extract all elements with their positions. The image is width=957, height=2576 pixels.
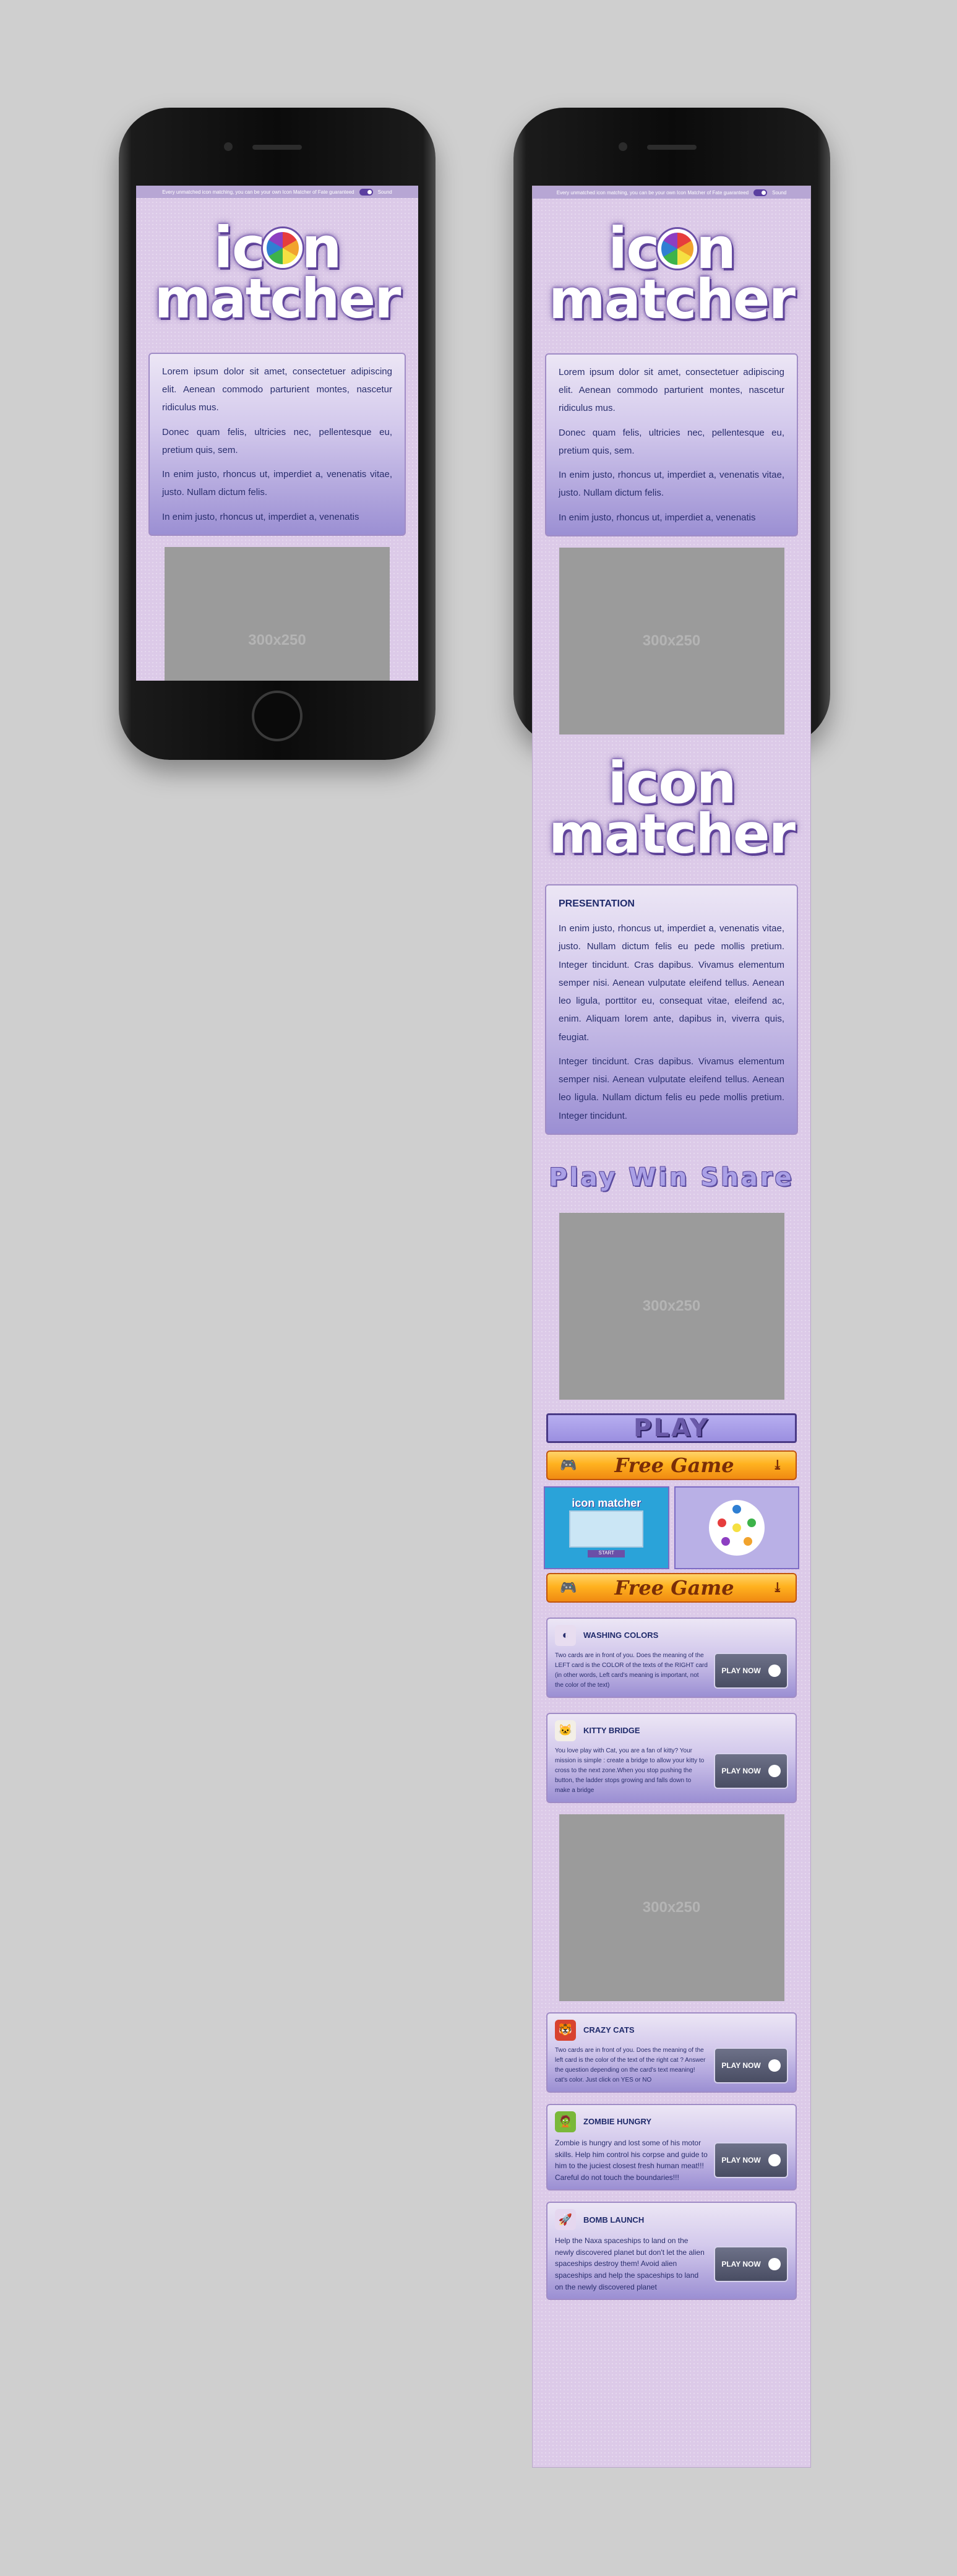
- ad-banner[interactable]: 300x250: [165, 546, 390, 681]
- aperture-icon: [263, 228, 303, 268]
- sound-label: Sound: [772, 189, 787, 196]
- presentation-card: PRESENTATION In enim justo, rhoncus ut, …: [545, 884, 798, 1135]
- camera-icon: [224, 142, 233, 151]
- screenshot-2[interactable]: [674, 1486, 799, 1569]
- sound-toggle[interactable]: [753, 189, 768, 196]
- play-now-button[interactable]: PLAY NOW: [714, 1652, 788, 1689]
- gamepad-icon: 🎮: [560, 1457, 577, 1473]
- presentation-p1: In enim justo, rhoncus ut, imperdiet a, …: [559, 923, 784, 1043]
- presentation-p2: Integer tincidunt. Cras dapibus. Vivamus…: [559, 1056, 784, 1121]
- ad-banner[interactable]: 300x250: [559, 547, 784, 734]
- game-card-crazy-cats: 🐯 CRAZY CATS Two cards are in front of y…: [546, 2012, 797, 2093]
- play-now-button[interactable]: PLAY NOW: [714, 2142, 788, 2179]
- sound-label: Sound: [377, 189, 392, 195]
- download-icon: ⤓: [771, 1457, 783, 1473]
- ad-banner-3[interactable]: 300x250: [559, 1814, 784, 2001]
- crazy-cats-icon: 🐯: [555, 2019, 576, 2041]
- intro-p3: In enim justo, rhoncus ut, imperdiet a, …: [559, 470, 784, 499]
- intro-p3: In enim justo, rhoncus ut, imperdiet a, …: [162, 469, 392, 498]
- logo: ic n matcher: [154, 215, 401, 330]
- intro-card: Lorem ipsum dolor sit amet, consectetuer…: [148, 352, 406, 536]
- presentation-title: PRESENTATION: [559, 898, 635, 909]
- home-button[interactable]: [252, 691, 303, 741]
- intro-p1: Lorem ipsum dolor sit amet, consectetuer…: [162, 366, 392, 413]
- washing-colors-icon: ◐: [555, 1624, 576, 1646]
- speaker-grille: [647, 145, 697, 150]
- camera-icon: [619, 142, 627, 151]
- top-bar: Every unmatched icon matching, you can b…: [136, 186, 418, 198]
- ad-banner-2[interactable]: 300x250: [559, 1212, 784, 1400]
- game-card-kitty-bridge: 🐱 KITTY BRIDGE You love play with Cat, y…: [546, 1712, 797, 1803]
- game-card-zombie-hungry: 🧟 ZOMBIE HUNGRY Zombie is hungry and los…: [546, 2103, 797, 2191]
- top-bar-text: Every unmatched icon matching, you can b…: [162, 189, 354, 195]
- play-now-button[interactable]: PLAY NOW: [714, 2246, 788, 2282]
- play-button[interactable]: PLAY: [546, 1413, 797, 1443]
- bomb-launch-icon: 🚀: [555, 2209, 576, 2231]
- kitty-bridge-icon: 🐱: [555, 1720, 576, 1741]
- gamepad-icon: 🎮: [560, 1579, 577, 1596]
- intro-p2: Donec quam felis, ultricies nec, pellent…: [162, 426, 392, 455]
- play-now-button[interactable]: PLAY NOW: [714, 2047, 788, 2083]
- download-icon: ⤓: [771, 1579, 783, 1596]
- sound-toggle[interactable]: [359, 188, 373, 196]
- logo-secondary: icon matcher: [548, 749, 796, 866]
- free-game-button[interactable]: 🎮 Free Game ⤓: [546, 1450, 797, 1480]
- zombie-hungry-icon: 🧟: [555, 2111, 576, 2132]
- screenshot-1[interactable]: icon matcher START: [544, 1486, 669, 1569]
- free-game-button-2[interactable]: 🎮 Free Game ⤓: [546, 1572, 797, 1603]
- screenshots: icon matcher START: [544, 1486, 799, 1569]
- game-card-bomb-launch: 🚀 BOMB LAUNCH Help the Naxa spaceships t…: [546, 2202, 797, 2301]
- intro-p1: Lorem ipsum dolor sit amet, consectetuer…: [559, 366, 784, 414]
- intro-p4: In enim justo, rhoncus ut, imperdiet a, …: [162, 511, 359, 522]
- top-bar: Every unmatched icon matching, you can b…: [533, 186, 810, 199]
- game-card-washing-colors: ◐ WASHING COLORS Two cards are in front …: [546, 1617, 797, 1698]
- aperture-icon: [657, 228, 697, 269]
- intro-card: Lorem ipsum dolor sit amet, consectetuer…: [545, 353, 798, 536]
- speaker-grille: [252, 145, 302, 150]
- top-bar-text: Every unmatched icon matching, you can b…: [556, 189, 749, 196]
- game-screen-right: Every unmatched icon matching, you can b…: [532, 186, 811, 2468]
- play-now-button[interactable]: PLAY NOW: [714, 1752, 788, 1789]
- intro-p2: Donec quam felis, ultricies nec, pellent…: [559, 427, 784, 456]
- tagline: Play Win Share: [549, 1163, 794, 1192]
- game-screen-left: Every unmatched icon matching, you can b…: [136, 186, 418, 681]
- intro-p4: In enim justo, rhoncus ut, imperdiet a, …: [559, 512, 756, 523]
- logo: ic n matcher: [548, 215, 796, 331]
